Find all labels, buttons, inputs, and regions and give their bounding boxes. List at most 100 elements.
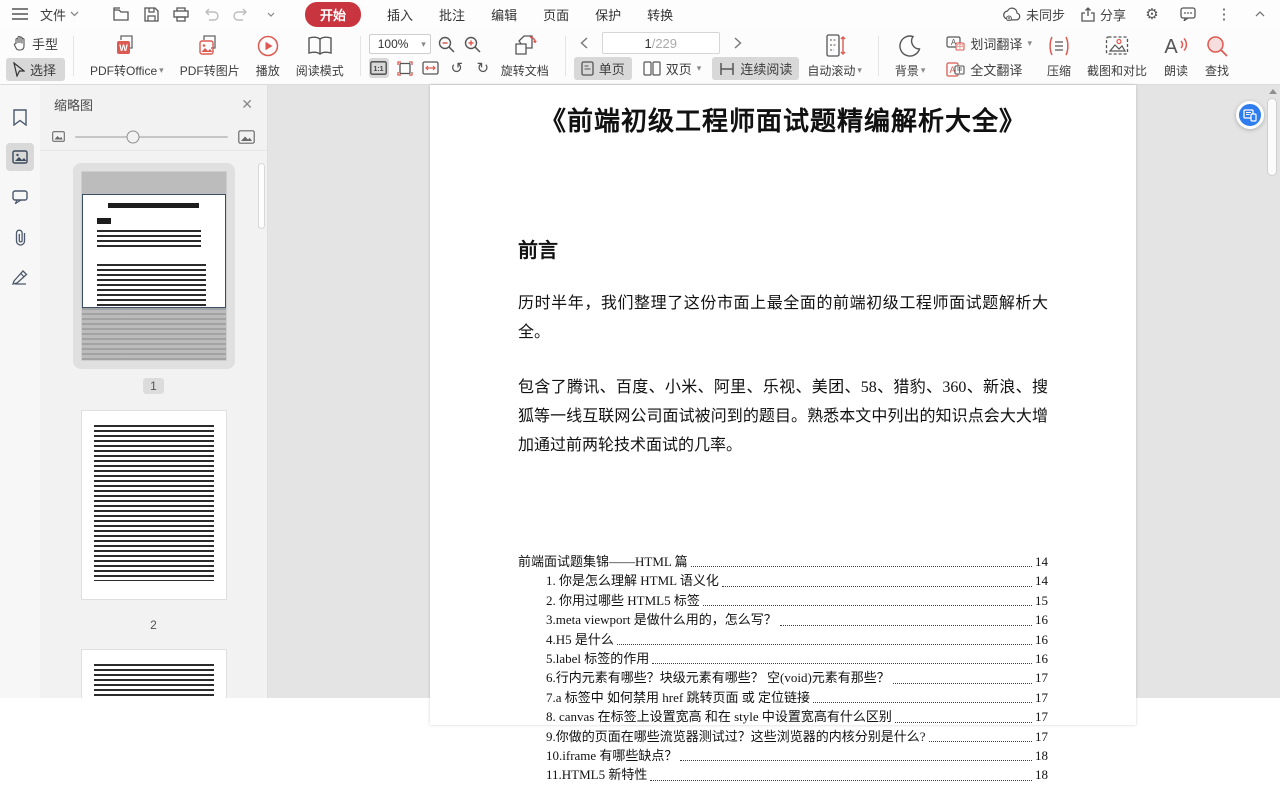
paragraph: 历时半年，我们整理了这份市面上最全面的前端初级工程师面试题解析大全。 [518, 289, 1048, 347]
book-icon [307, 34, 333, 58]
thumbnail-page-number: 2 [143, 617, 164, 633]
open-file-icon[interactable] [111, 4, 131, 24]
thumbnail-item[interactable]: 2 [73, 402, 235, 633]
toc-entry: 10.iframe 有哪些缺点？18 [518, 746, 1048, 765]
menu-tab-insert[interactable]: 插入 [387, 2, 413, 27]
more-options-icon[interactable]: ⋮ [1214, 4, 1234, 24]
panel-close-icon[interactable]: ✕ [241, 96, 253, 113]
signature-seal-tab-icon[interactable] [6, 263, 34, 291]
full-translate-label: 全文翻译 [970, 60, 1022, 79]
previous-page-icon[interactable] [574, 33, 594, 53]
background-caret-icon: ▾ [921, 65, 926, 76]
single-page-mode-button[interactable]: 单页 [574, 57, 632, 80]
menu-tab-edit[interactable]: 编辑 [491, 2, 517, 27]
thumbnail-item[interactable]: 1 [73, 163, 235, 394]
page-number-input[interactable]: 1 /229 [602, 32, 720, 54]
zoom-level-select[interactable]: 100% ▾ [369, 34, 431, 54]
double-page-mode-button[interactable]: 双页 ▾ [636, 57, 709, 80]
redo-icon[interactable] [231, 4, 251, 24]
actual-size-button[interactable]: 1:1 [369, 58, 389, 78]
toc-dot-leader [895, 722, 1032, 723]
more-commands-icon[interactable] [261, 4, 281, 24]
full-translate-button[interactable]: A 全文翻译 [939, 58, 1039, 81]
mobile-view-icon [1243, 109, 1257, 122]
fit-width-icon[interactable] [421, 58, 441, 78]
sync-status-label: 未同步 [1026, 5, 1065, 24]
ribbon-toolbar: 手型 选择 W PDF转Office▾ PDF转图片 播放 阅读模式 [0, 28, 1280, 85]
thumbnail-page-number: 1 [143, 378, 164, 394]
pdf-to-image-button[interactable]: PDF转图片 [172, 32, 248, 81]
sync-status[interactable]: 未同步 [1003, 5, 1065, 24]
chevron-down-icon [70, 11, 79, 17]
print-icon[interactable] [171, 4, 191, 24]
auto-scroll-button[interactable]: 自动滚动▾ [799, 32, 870, 81]
save-icon[interactable] [141, 4, 161, 24]
toc-entry-page: 14 [1035, 571, 1048, 590]
share-button[interactable]: 分享 [1081, 5, 1126, 24]
read-mode-button[interactable]: 阅读模式 [288, 32, 352, 81]
continuous-read-button[interactable]: 连续阅读 [712, 57, 799, 80]
document-scrollbar[interactable] [1265, 85, 1280, 698]
hamburger-menu-icon[interactable] [10, 4, 30, 24]
thumbnail-size-slider[interactable] [75, 136, 228, 138]
slider-knob[interactable] [127, 130, 140, 143]
bookmarks-tab-icon[interactable] [6, 103, 34, 131]
hand-icon [13, 36, 27, 51]
fit-page-icon[interactable] [395, 58, 415, 78]
total-pages-value: /229 [652, 36, 677, 51]
hand-tool-button[interactable]: 手型 [6, 32, 65, 55]
next-page-icon[interactable] [728, 33, 748, 53]
menu-tab-home[interactable]: 开始 [305, 2, 361, 27]
thumbnail-size-large-icon[interactable] [238, 130, 255, 144]
read-aloud-icon: A [1163, 34, 1189, 58]
file-menu[interactable]: 文件 [40, 5, 79, 24]
select-tool-button[interactable]: 选择 [6, 58, 65, 81]
find-button[interactable]: 查找 [1197, 32, 1237, 81]
auto-scroll-label: 自动滚动 [807, 62, 855, 79]
scroll-up-arrow-icon[interactable] [1269, 89, 1277, 94]
pdf-page: 《前端初级工程师面试题精编解析大全》 前言 历时半年，我们整理了这份市面上最全面… [430, 85, 1136, 725]
mobile-view-float-button[interactable] [1236, 101, 1264, 129]
zoom-in-icon[interactable] [463, 34, 483, 54]
settings-gear-icon[interactable]: ⚙ [1142, 4, 1162, 24]
collapse-ribbon-icon[interactable] [1250, 4, 1270, 24]
play-button[interactable]: 播放 [248, 32, 288, 81]
continuous-read-icon [719, 62, 735, 76]
cursor-arrow-icon [13, 62, 25, 77]
read-aloud-button[interactable]: A 朗读 [1155, 32, 1197, 81]
toc-entry-page: 14 [1035, 552, 1048, 571]
menu-tab-protect[interactable]: 保护 [595, 2, 621, 27]
share-label: 分享 [1100, 5, 1126, 24]
menu-tab-page[interactable]: 页面 [543, 2, 569, 27]
toc-dot-leader [691, 566, 1032, 567]
thumbnails-tab-icon[interactable] [6, 143, 34, 171]
compress-button[interactable]: 压缩 [1039, 32, 1079, 81]
find-icon [1206, 34, 1228, 58]
zoom-out-icon[interactable] [437, 34, 457, 54]
feedback-comment-icon[interactable] [1178, 4, 1198, 24]
document-title: 《前端初级工程师面试题精编解析大全》 [430, 101, 1136, 138]
attachments-tab-icon[interactable] [6, 223, 34, 251]
read-aloud-label: 朗读 [1164, 62, 1188, 79]
scrollbar-thumb[interactable] [1267, 98, 1277, 176]
word-translate-button[interactable]: A中 划词翻译 ▾ [939, 32, 1039, 55]
rotate-document-button[interactable]: 旋转文档 [493, 32, 557, 81]
background-button[interactable]: 背景▾ [887, 32, 934, 81]
rotate-right-icon[interactable]: ↻ [473, 58, 493, 78]
toc-entry-page: 15 [1035, 591, 1048, 610]
rotate-left-icon[interactable]: ↺ [447, 58, 467, 78]
thumbnail-size-small-icon[interactable] [52, 131, 65, 142]
undo-icon[interactable] [201, 4, 221, 24]
play-icon [257, 34, 279, 58]
svg-text:中: 中 [957, 42, 963, 50]
compress-icon [1047, 34, 1071, 58]
menu-tab-comment[interactable]: 批注 [439, 2, 465, 27]
thumbnail-item[interactable]: 3 [73, 641, 235, 698]
menu-tab-convert[interactable]: 转换 [647, 2, 673, 27]
comments-tab-icon[interactable] [6, 183, 34, 211]
screenshot-compare-button[interactable]: 截图和对比 [1079, 32, 1155, 81]
pdf-to-office-button[interactable]: W PDF转Office▾ [82, 32, 172, 81]
pdf-to-office-icon: W [115, 34, 139, 58]
panel-scrollbar[interactable] [258, 163, 265, 229]
find-label: 查找 [1205, 62, 1229, 79]
